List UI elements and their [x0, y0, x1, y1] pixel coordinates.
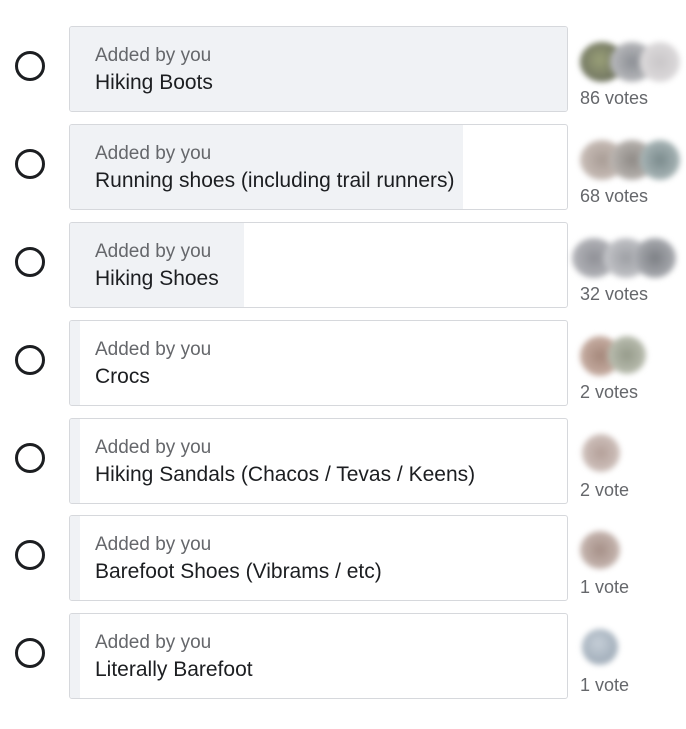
- option-label: Literally Barefoot: [95, 658, 253, 681]
- voter-avatars[interactable]: [570, 238, 680, 278]
- option-label: Hiking Shoes: [95, 267, 219, 290]
- voter-avatars[interactable]: [570, 531, 680, 571]
- avatar: [634, 238, 676, 278]
- poll-option: Added by you Hiking Sandals (Chacos / Te…: [0, 418, 686, 504]
- vote-bar: [70, 614, 80, 698]
- avatar: [582, 434, 620, 472]
- option-label: Hiking Sandals (Chacos / Tevas / Keens): [95, 463, 476, 486]
- vote-bar: [70, 321, 80, 405]
- poll-option: Added by you Literally Barefoot 1 vote: [0, 613, 686, 699]
- option-box[interactable]: Added by you Crocs: [69, 320, 568, 406]
- poll-option: Added by you Hiking Boots 86 votes: [0, 26, 686, 112]
- added-by-label: Added by you: [95, 339, 212, 360]
- vote-count[interactable]: 2 vote: [580, 480, 629, 501]
- vote-count[interactable]: 2 votes: [580, 382, 638, 403]
- added-by-label: Added by you: [95, 534, 212, 555]
- voter-avatars[interactable]: [570, 140, 680, 180]
- voter-avatars[interactable]: [570, 434, 680, 474]
- option-radio[interactable]: [15, 638, 45, 668]
- option-radio[interactable]: [15, 51, 45, 81]
- option-label: Hiking Boots: [95, 71, 213, 94]
- poll-option: Added by you Crocs 2 votes: [0, 320, 686, 406]
- vote-bar: [70, 419, 80, 503]
- vote-count[interactable]: 86 votes: [580, 88, 648, 109]
- option-label: Barefoot Shoes (Vibrams / etc): [95, 560, 382, 583]
- poll-option: Added by you Hiking Shoes 32 votes: [0, 222, 686, 308]
- added-by-label: Added by you: [95, 241, 212, 262]
- option-label: Crocs: [95, 365, 150, 388]
- poll-option: Added by you Running shoes (including tr…: [0, 124, 686, 210]
- vote-bar: [70, 516, 80, 600]
- poll-options: Added by you Hiking Boots 86 votes Added…: [0, 0, 686, 729]
- avatar: [640, 140, 680, 180]
- avatar: [608, 336, 646, 374]
- poll-option: Added by you Barefoot Shoes (Vibrams / e…: [0, 515, 686, 601]
- option-radio[interactable]: [15, 345, 45, 375]
- voter-avatars[interactable]: [570, 629, 680, 669]
- option-box[interactable]: Added by you Hiking Shoes: [69, 222, 568, 308]
- option-box[interactable]: Added by you Barefoot Shoes (Vibrams / e…: [69, 515, 568, 601]
- avatar: [580, 531, 620, 569]
- added-by-label: Added by you: [95, 45, 212, 66]
- option-box[interactable]: Added by you Hiking Sandals (Chacos / Te…: [69, 418, 568, 504]
- added-by-label: Added by you: [95, 632, 212, 653]
- option-label: Running shoes (including trail runners): [95, 169, 455, 192]
- option-radio[interactable]: [15, 443, 45, 473]
- option-box[interactable]: Added by you Literally Barefoot: [69, 613, 568, 699]
- vote-count[interactable]: 1 vote: [580, 577, 629, 598]
- option-box[interactable]: Added by you Hiking Boots: [69, 26, 568, 112]
- avatar: [582, 629, 618, 665]
- vote-count[interactable]: 32 votes: [580, 284, 648, 305]
- vote-count[interactable]: 68 votes: [580, 186, 648, 207]
- added-by-label: Added by you: [95, 143, 212, 164]
- vote-count[interactable]: 1 vote: [580, 675, 629, 696]
- voter-avatars[interactable]: [570, 42, 680, 82]
- added-by-label: Added by you: [95, 437, 212, 458]
- option-box[interactable]: Added by you Running shoes (including tr…: [69, 124, 568, 210]
- avatar: [640, 42, 680, 82]
- option-radio[interactable]: [15, 247, 45, 277]
- option-radio[interactable]: [15, 149, 45, 179]
- option-radio[interactable]: [15, 540, 45, 570]
- voter-avatars[interactable]: [570, 336, 680, 376]
